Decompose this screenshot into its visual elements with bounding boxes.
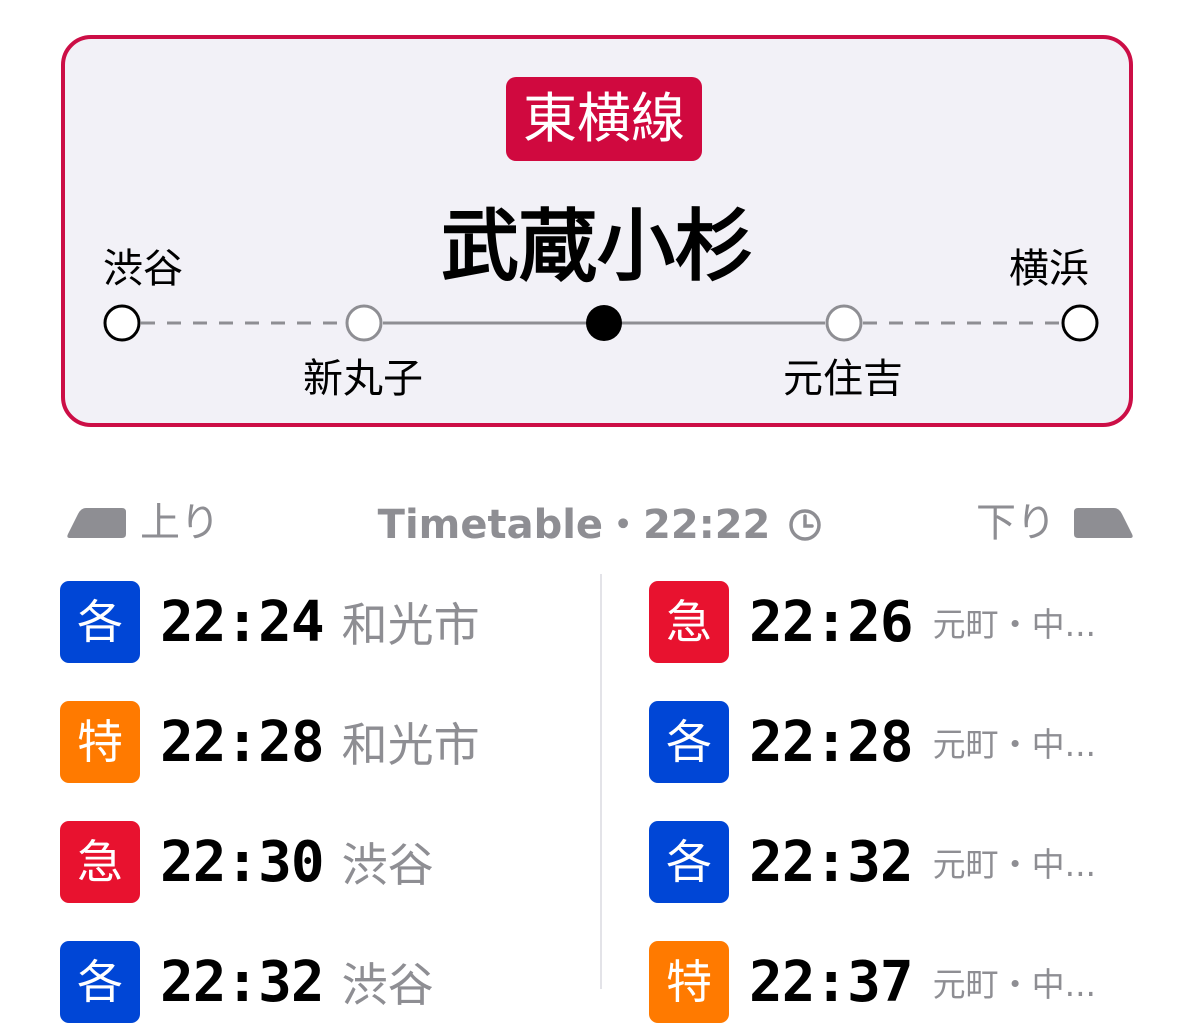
departure-time: 22:30 (160, 829, 325, 895)
train-type-badge: 特 (60, 701, 140, 783)
down-departure-row[interactable]: 各 22:32 元町・中... (649, 821, 1113, 903)
departure-time: 22:26 (749, 589, 914, 655)
train-type-badge: 急 (649, 581, 729, 663)
train-type-badge: 特 (649, 941, 729, 1023)
terminal-left-dot (103, 304, 141, 342)
departure-time: 22:28 (749, 709, 914, 775)
down-departure-row[interactable]: 特 22:37 元町・中... (649, 941, 1113, 1023)
departure-time: 22:32 (749, 829, 914, 895)
timetable-title-text: Timetable・22:22 (377, 502, 771, 548)
departure-time: 22:32 (160, 949, 325, 1015)
destination: 和光市 (341, 598, 480, 652)
train-type-badge: 各 (649, 821, 729, 903)
down-departure-row[interactable]: 各 22:28 元町・中... (649, 701, 1113, 783)
column-divider (600, 574, 602, 989)
train-type-badge: 各 (60, 581, 140, 663)
train-type-badge: 急 (60, 821, 140, 903)
destination: 元町・中... (932, 605, 1097, 644)
prev-station-label[interactable]: 新丸子 (263, 354, 463, 404)
down-label: 下り (976, 500, 1056, 546)
current-station-dot (586, 305, 622, 341)
departure-time: 22:28 (160, 709, 325, 775)
route-diagram (103, 304, 1099, 342)
train-type-badge: 各 (649, 701, 729, 783)
train-type-badge: 各 (60, 941, 140, 1023)
destination: 和光市 (341, 718, 480, 772)
up-departure-row[interactable]: 各 22:24 和光市 (60, 581, 480, 663)
station-card: 東横線 武蔵小杉 渋谷 横浜 新丸子 元住吉 (61, 35, 1133, 427)
destination: 渋谷 (341, 958, 434, 1012)
next-station-label[interactable]: 元住吉 (743, 354, 943, 404)
next-station-dot (825, 304, 863, 342)
terminal-right-dot (1061, 304, 1099, 342)
destination: 渋谷 (341, 838, 434, 892)
departure-time: 22:37 (749, 949, 914, 1015)
train-front-right-icon (1074, 508, 1133, 538)
up-departure-row[interactable]: 特 22:28 和光市 (60, 701, 480, 783)
destination: 元町・中... (932, 845, 1097, 884)
down-direction-header[interactable]: 下り (976, 498, 1134, 548)
destination: 元町・中... (932, 965, 1097, 1004)
clock-icon (789, 509, 822, 541)
up-departure-row[interactable]: 急 22:30 渋谷 (60, 821, 434, 903)
destination: 元町・中... (932, 725, 1097, 764)
departure-time: 22:24 (160, 589, 325, 655)
prev-station-dot (345, 304, 383, 342)
up-departure-row[interactable]: 各 22:32 渋谷 (60, 941, 434, 1023)
down-departure-row[interactable]: 急 22:26 元町・中... (649, 581, 1113, 663)
